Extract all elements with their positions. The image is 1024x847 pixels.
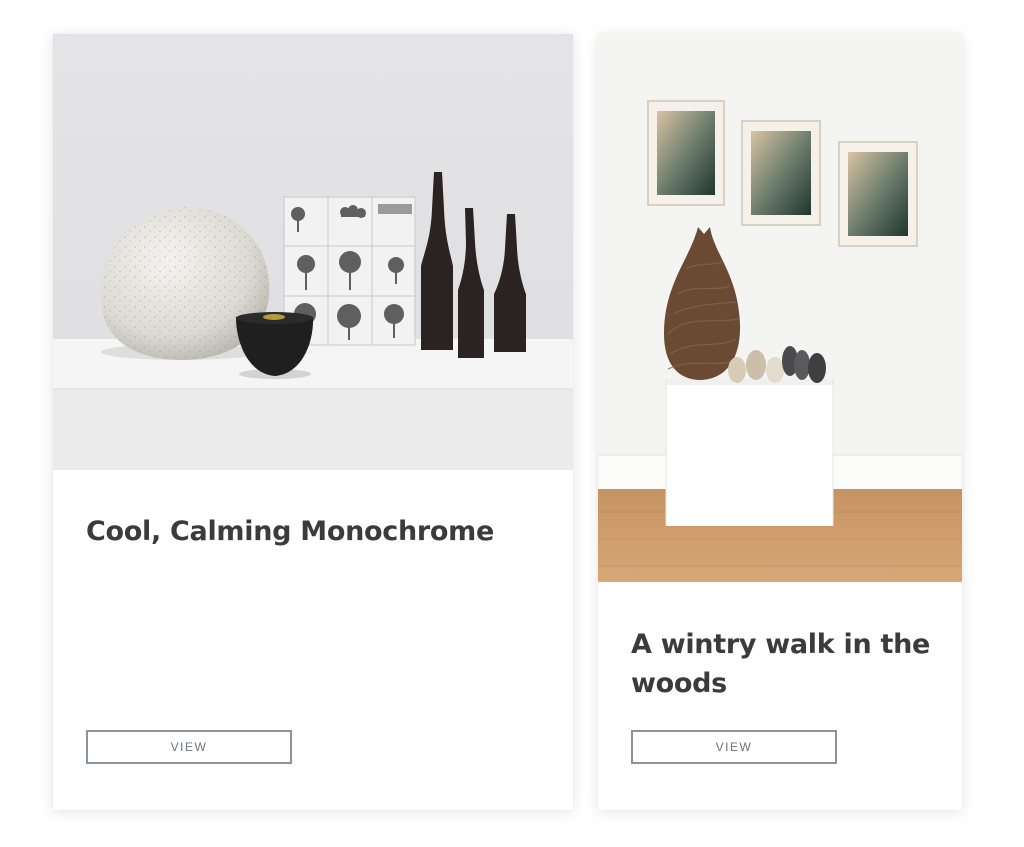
card-image-wintry-walk[interactable] [598,34,962,582]
card-title: Cool, Calming Monochrome [86,516,494,547]
card-title: A wintry walk in the woods [631,629,931,699]
view-button[interactable]: VIEW [86,730,292,764]
view-button[interactable]: VIEW [631,730,837,764]
article-card-wintry-walk[interactable]: A wintry walk in the woods VIEW [598,34,962,810]
card-image-monochrome[interactable] [53,34,573,470]
article-card-monochrome[interactable]: Cool, Calming Monochrome VIEW [53,34,573,810]
